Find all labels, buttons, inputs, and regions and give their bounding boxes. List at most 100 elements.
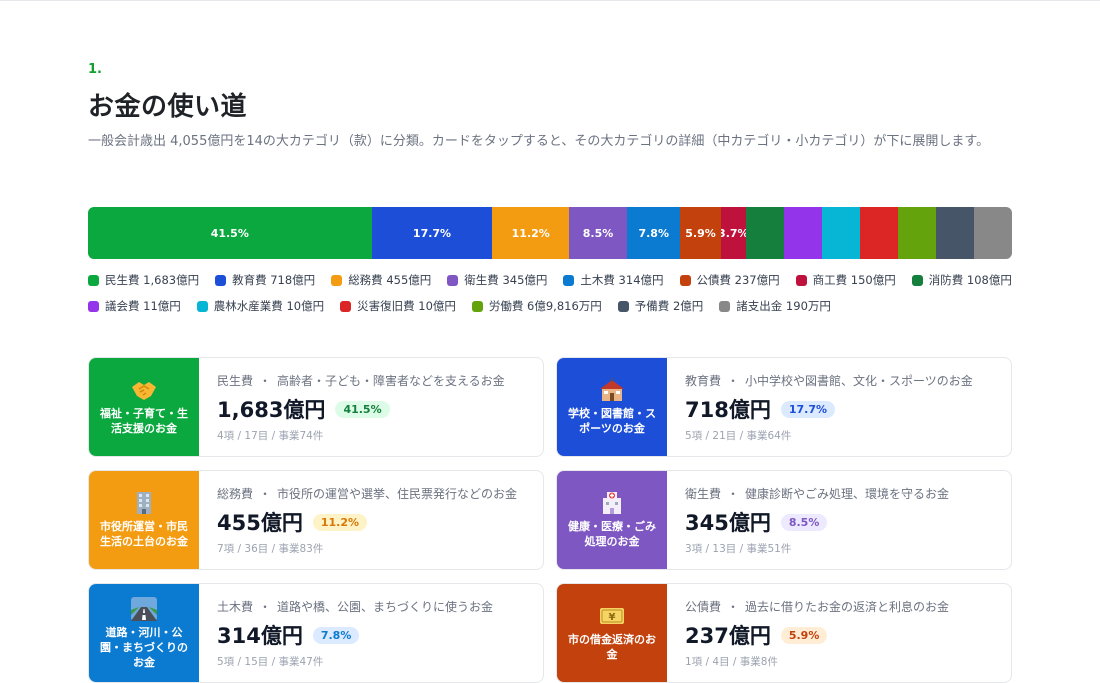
category-info: 民生費・高齢者・子ども・障害者などを支えるお金 1,683億円 41.5% 4項 / …: [199, 358, 505, 456]
category-card-kyoiku[interactable]: 学校・図書館・スポーツのお金 教育費・小中学校や図書館、文化・スポーツのお金 718…: [556, 357, 1012, 457]
category-counts: 5項 / 15目 / 事業47件: [217, 656, 324, 668]
legend-label: 土木費 314億円: [580, 273, 664, 287]
legend-label: 議会費 11億円: [105, 299, 181, 313]
bar-segment-minsei: 41.5%: [88, 207, 372, 259]
category-subtitle: 民生費・高齢者・子ども・障害者などを支えるお金: [217, 372, 505, 388]
category-amount: 455億円: [217, 511, 303, 535]
subtitle-separator: ・: [259, 374, 272, 388]
subtitle-separator: ・: [727, 487, 740, 501]
category-thumbnail: 福祉・子育て・生活支援のお金: [89, 358, 199, 456]
legend-label: 民生費 1,683億円: [105, 273, 200, 287]
legend-item-eisei: 衛生費 345億円: [447, 272, 547, 288]
section-title: お金の使い道: [88, 92, 248, 122]
office-building-icon: [131, 491, 157, 515]
category-thumbnail-title: 道路・河川・公園・まちづくりのお金: [100, 625, 188, 669]
legend-label: 諸支出金 190万円: [736, 299, 831, 313]
spending-share-bar: 41.5% 17.7% 11.2% 8.5% 7.8% 5.9% 3.7%: [88, 207, 1012, 259]
category-description: 道路や橋、公園、まちづくりに使うお金: [277, 600, 494, 614]
bar-segment-label: 11.2%: [511, 226, 550, 240]
category-card-grid: 福祉・子育て・生活支援のお金 民生費・高齢者・子ども・障害者などを支えるお金 1,6…: [88, 357, 1012, 683]
legend-item-shoshishutsu: 諸支出金 190万円: [719, 298, 831, 314]
category-counts: 5項 / 21目 / 事業64件: [685, 430, 792, 442]
category-amount: 345億円: [685, 511, 771, 535]
share-badge: 11.2%: [312, 513, 368, 531]
legend-swatch: [617, 300, 629, 312]
category-name: 衛生費: [685, 487, 722, 501]
share-badge: 41.5%: [335, 400, 390, 418]
legend-swatch: [911, 274, 923, 286]
amount-row: 237億円 5.9%: [685, 620, 949, 650]
category-card-kosai[interactable]: ¥ 市の借金返済のお金 公債費・過去に借りたお金の返済と利息のお金 237億円 5.9%…: [556, 583, 1012, 683]
bar-segment-norin: [821, 207, 860, 259]
legend-item-kyoiku: 教育費 718億円: [215, 272, 315, 288]
legend-swatch: [88, 274, 99, 286]
category-card-eisei[interactable]: 健康・医療・ごみ処理のお金 衛生費・健康診断やごみ処理、環境を守るお金 345億円 8…: [556, 470, 1012, 570]
legend-label: 衛生費 345億円: [464, 273, 548, 287]
legend-item-doboku: 土木費 314億円: [563, 272, 664, 288]
amount-row: 1,683億円 41.5%: [217, 394, 505, 424]
category-subtitle: 教育費・小中学校や図書館、文化・スポーツのお金: [685, 372, 973, 388]
bar-segment-label: 41.5%: [210, 226, 249, 240]
legend-item-kosai: 公債費 237億円: [679, 272, 780, 288]
bar-segment-yobi: [935, 207, 974, 259]
legend-label: 公債費 237億円: [696, 273, 780, 287]
legend-item-somu: 総務費 455億円: [331, 272, 431, 288]
category-info: 衛生費・健康診断やごみ処理、環境を守るお金 345億円 8.5% 3項 / 13目 /…: [667, 471, 949, 569]
category-subtitle: 総務費・市役所の運営や選挙、住民票発行などのお金: [217, 485, 517, 501]
category-description: 健康診断やごみ処理、環境を守るお金: [745, 487, 950, 501]
category-thumbnail-title: 市役所運営・市民生活の土台のお金: [100, 520, 188, 548]
bar-segment-eisei: 8.5%: [569, 207, 628, 259]
legend-swatch: [795, 274, 807, 286]
yen-note-icon: ¥: [599, 604, 625, 628]
amount-row: 455億円 11.2%: [217, 507, 517, 537]
share-badge: 8.5%: [780, 513, 828, 531]
share-badge: 5.9%: [780, 626, 828, 644]
category-description: 高齢者・子ども・障害者などを支えるお金: [277, 374, 505, 388]
bar-segment-label: 7.8%: [638, 226, 669, 240]
subtitle-separator: ・: [259, 487, 272, 501]
category-name: 公債費: [685, 600, 722, 614]
legend-swatch: [215, 274, 227, 286]
bar-segment-kosai: 5.9%: [680, 207, 721, 259]
amount-row: 345億円 8.5%: [685, 507, 949, 537]
category-amount: 314億円: [217, 624, 303, 648]
bar-segment-somu: 11.2%: [492, 207, 569, 259]
section-description: 一般会計歳出 4,055億円を14の大カテゴリ（款）に分類。カードをタップすると…: [88, 134, 990, 149]
legend-swatch: [447, 274, 459, 286]
legend-label: 労働費 6億9,816万円: [488, 299, 602, 313]
legend-swatch: [563, 274, 575, 286]
subtitle-separator: ・: [259, 600, 272, 614]
legend-item-rodo: 労働費 6億9,816万円: [471, 298, 602, 314]
category-info: 土木費・道路や橋、公園、まちづくりに使うお金 314億円 7.8% 5項 / 15目 …: [199, 584, 493, 682]
share-badge: 17.7%: [780, 400, 836, 418]
category-card-somu[interactable]: 市役所運営・市民生活の土台のお金 総務費・市役所の運営や選挙、住民票発行などのお金…: [88, 470, 544, 570]
road-icon: [131, 596, 157, 621]
category-counts: 3項 / 13目 / 事業51件: [685, 543, 792, 555]
category-thumbnail: ¥ 市の借金返済のお金: [557, 584, 667, 682]
legend-item-shobo: 消防費 108億円: [911, 272, 1012, 288]
category-subtitle: 土木費・道路や橋、公園、まちづくりに使うお金: [217, 598, 493, 614]
legend-swatch: [88, 300, 99, 312]
subtitle-separator: ・: [727, 374, 740, 388]
category-description: 市役所の運営や選挙、住民票発行などのお金: [277, 487, 518, 501]
category-legend: 民生費 1,683億円 教育費 718億円 総務費 455億円 衛生費 345億円 土木…: [88, 272, 1018, 314]
svg-text:¥: ¥: [609, 612, 616, 623]
category-info: 公債費・過去に借りたお金の返済と利息のお金 237億円 5.9% 1項 / 4目 / …: [667, 584, 949, 682]
category-thumbnail-title: 健康・医療・ごみ処理のお金: [568, 520, 656, 548]
category-info: 総務費・市役所の運営や選挙、住民票発行などのお金 455億円 11.2% 7項 / 3…: [199, 471, 517, 569]
amount-row: 718億円 17.7%: [685, 394, 973, 424]
category-card-doboku[interactable]: 道路・河川・公園・まちづくりのお金 土木費・道路や橋、公園、まちづくりに使うお金 3…: [88, 583, 544, 683]
category-counts: 1項 / 4目 / 事業8件: [685, 656, 778, 668]
legend-swatch: [679, 274, 691, 286]
hospital-icon: [599, 491, 625, 515]
category-thumbnail: 学校・図書館・スポーツのお金: [557, 358, 667, 456]
legend-item-minsei: 民生費 1,683億円: [88, 272, 199, 288]
legend-label: 消防費 108億円: [928, 273, 1012, 287]
school-icon: [599, 378, 625, 402]
bar-segment-label: 8.5%: [582, 226, 614, 240]
bar-segment-gikai: [783, 207, 822, 259]
category-card-minsei[interactable]: 福祉・子育て・生活支援のお金 民生費・高齢者・子ども・障害者などを支えるお金 1,6…: [88, 357, 544, 457]
legend-swatch: [196, 300, 208, 312]
section-number: 1.: [88, 62, 102, 77]
bar-segment-label: 3.7%: [720, 226, 746, 240]
